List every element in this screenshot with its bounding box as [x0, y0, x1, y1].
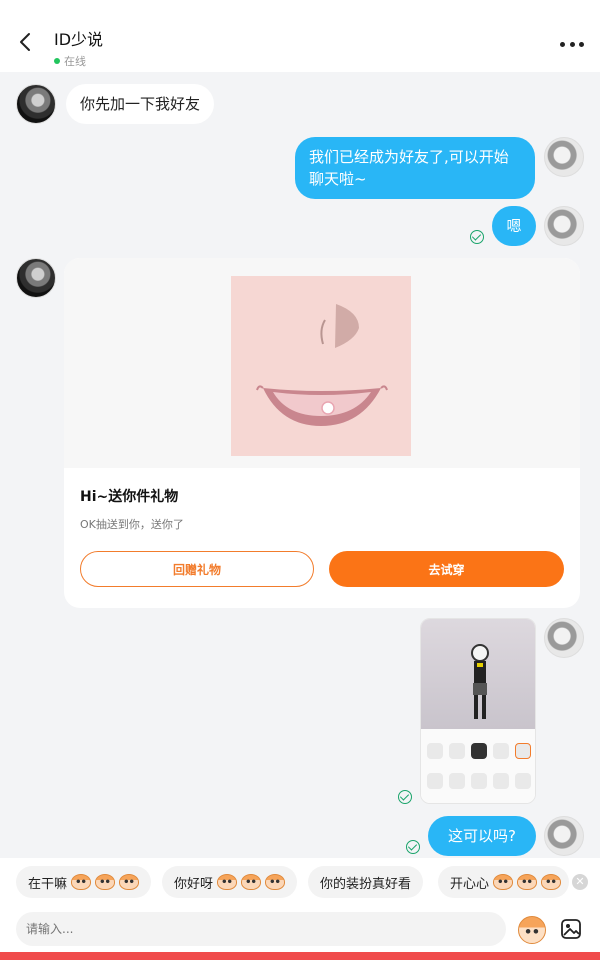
quick-reply-chip[interactable]: 你的装扮真好看 — [308, 866, 424, 898]
chat-header: ID少说 在线 — [0, 0, 600, 72]
online-dot-icon — [54, 58, 60, 64]
image-message-thumbnail[interactable] — [420, 618, 536, 804]
avatar-other[interactable] — [16, 258, 56, 298]
read-check-icon — [406, 840, 420, 854]
gift-card: Hi~送你件礼物 OK抽送到你，送你了 回赠礼物 去试穿 — [64, 258, 580, 608]
online-status-text: 在线 — [64, 55, 86, 68]
chat-title: ID少说 — [54, 30, 104, 49]
quick-reply-chip[interactable]: 开心心 — [438, 866, 570, 898]
back-arrow-icon[interactable] — [14, 30, 38, 54]
avatar-self[interactable] — [544, 137, 584, 177]
emoji-icon — [517, 874, 538, 890]
message-bubble-incoming[interactable]: 你先加一下我好友 — [66, 84, 215, 124]
image-picker-icon[interactable] — [560, 918, 582, 940]
online-status: 在线 — [54, 53, 103, 69]
chat-title-block: ID少说 在线 — [54, 30, 103, 69]
quick-reply-text: 你的装扮真好看 — [320, 876, 412, 892]
avatar-other[interactable] — [16, 84, 56, 124]
gift-subtitle: OK抽送到你，送你了 — [80, 518, 184, 531]
quick-reply-chip[interactable]: 在干嘛 — [16, 866, 152, 898]
emoji-picker-icon[interactable] — [518, 916, 546, 944]
quick-reply-bar: 在干嘛 你好呀 你的装扮真好看 开心心 ✕ — [0, 858, 600, 908]
try-on-button[interactable]: 去试穿 — [329, 551, 564, 587]
return-gift-button[interactable]: 回赠礼物 — [80, 551, 314, 587]
emoji-icon — [541, 874, 562, 890]
quick-reply-text: 你好呀 — [174, 876, 214, 892]
read-check-icon — [398, 790, 412, 804]
message-bubble-outgoing[interactable]: 这可以吗? — [428, 816, 536, 856]
message-input[interactable] — [16, 912, 506, 946]
emoji-icon — [71, 874, 92, 890]
avatar-self[interactable] — [544, 206, 584, 246]
input-bar — [0, 908, 600, 952]
quick-reply-text: 开心心 — [450, 876, 490, 892]
emoji-icon — [119, 874, 140, 890]
gift-title: Hi~送你件礼物 — [80, 489, 179, 505]
emoji-icon — [241, 874, 262, 890]
bottom-accent-bar — [0, 952, 600, 960]
emoji-icon — [493, 874, 514, 890]
emoji-icon — [217, 874, 238, 890]
gift-image-area — [64, 258, 580, 468]
emoji-icon — [265, 874, 286, 890]
avatar-self[interactable] — [544, 816, 584, 856]
quick-reply-text: 在干嘛 — [28, 876, 68, 892]
outfit-preview — [421, 619, 535, 729]
message-bubble-outgoing[interactable]: 嗯 — [492, 206, 536, 246]
outfit-grid — [421, 729, 535, 803]
close-quick-replies-icon[interactable]: ✕ — [572, 874, 588, 890]
read-check-icon — [470, 230, 484, 244]
more-options-icon[interactable] — [560, 34, 584, 54]
quick-reply-chip[interactable]: 你好呀 — [162, 866, 298, 898]
message-bubble-outgoing[interactable]: 我们已经成为好友了,可以开始聊天啦~ — [295, 137, 535, 199]
avatar-self[interactable] — [544, 618, 584, 658]
emoji-icon — [95, 874, 116, 890]
gift-item-image[interactable] — [231, 276, 411, 456]
character-figure-icon — [471, 644, 489, 719]
